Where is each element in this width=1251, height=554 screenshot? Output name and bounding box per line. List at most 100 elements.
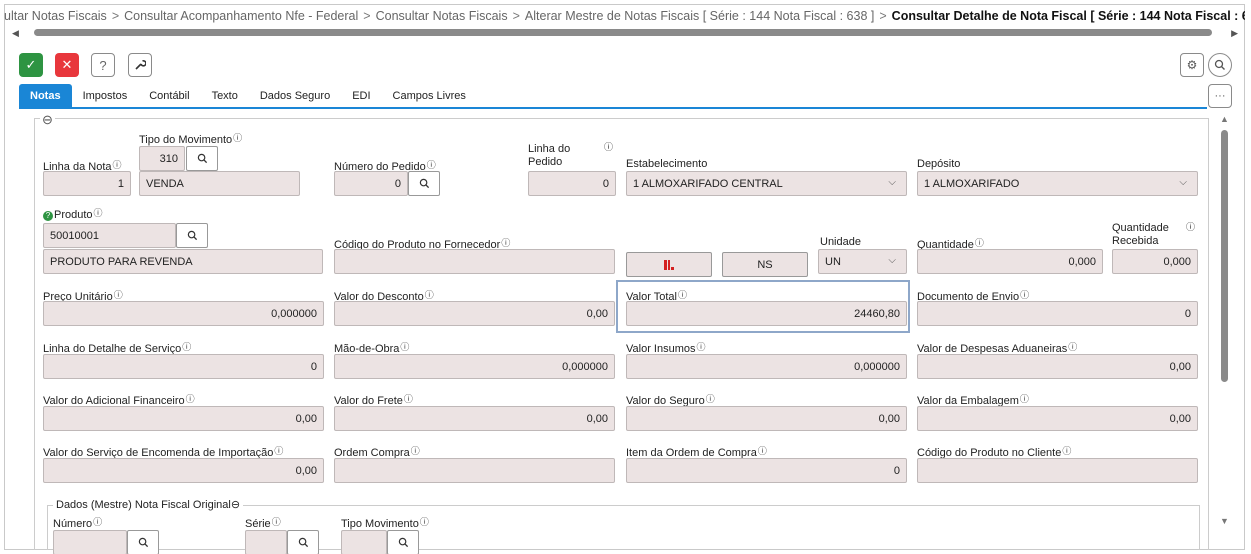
help-button[interactable]: ? <box>91 53 115 77</box>
numero-pedido-search-button[interactable] <box>408 171 440 196</box>
collapse-icon[interactable]: ⊖ <box>40 112 55 128</box>
tab-dados-seguro[interactable]: Dados Seguro <box>249 84 341 108</box>
despesas-aduaneiras-field[interactable]: 0,00 <box>917 354 1198 379</box>
tools-button[interactable] <box>128 53 152 77</box>
info-icon: ⓘ <box>1186 222 1196 232</box>
preco-unitario-field[interactable]: 0,000000 <box>43 301 324 326</box>
ordem-compra-label: Ordem Compraⓘ <box>334 446 420 459</box>
tab-campos-livres[interactable]: Campos Livres <box>382 84 477 108</box>
deposito-select[interactable]: 1 ALMOXARIFADO ⌵ <box>917 171 1198 196</box>
horizontal-scrollbar[interactable]: ◀ ▶ <box>10 28 1240 38</box>
vertical-scrollbar[interactable]: ▲ ▼ <box>1218 112 1232 532</box>
servico-encomenda-field[interactable]: 0,00 <box>43 458 324 483</box>
tab-notas[interactable]: Notas <box>19 84 72 108</box>
tipo-movimento-original-search-button[interactable] <box>387 530 419 554</box>
collapse-icon[interactable]: ⊖ <box>231 499 240 511</box>
chevron-down-icon: ⌵ <box>888 177 896 188</box>
valor-embalagem-label: Valor da Embalagemⓘ <box>917 394 1029 407</box>
question-icon: ? <box>99 57 107 73</box>
quantidade-recebida-field[interactable]: 0,000 <box>1112 249 1198 274</box>
produto-search-button[interactable] <box>176 223 208 248</box>
search-icon <box>419 178 429 189</box>
more-options-button[interactable]: ··· <box>1208 84 1232 108</box>
unidade-label: Unidade <box>820 236 861 248</box>
unidade-select[interactable]: UN ⌵ <box>818 249 907 274</box>
valor-seguro-field[interactable]: 0,00 <box>626 406 907 431</box>
ordem-compra-field[interactable] <box>334 458 615 483</box>
tab-texto[interactable]: Texto <box>201 84 249 108</box>
tipo-movimento-code-field[interactable]: 310 <box>139 146 185 171</box>
deposito-label: Depósito <box>917 158 961 170</box>
settings-button[interactable]: ⚙ <box>1180 53 1204 77</box>
tipo-movimento-original-field[interactable] <box>341 530 387 554</box>
linha-detalhe-servico-label: Linha do Detalhe de Serviçoⓘ <box>43 342 192 355</box>
item-ordem-compra-field[interactable]: 0 <box>626 458 907 483</box>
valor-desconto-field[interactable]: 0,00 <box>334 301 615 326</box>
numero-search-button[interactable] <box>127 530 159 554</box>
search-button[interactable] <box>1208 53 1232 77</box>
valor-frete-field[interactable]: 0,00 <box>334 406 615 431</box>
info-icon: ⓘ <box>419 517 429 527</box>
search-icon <box>298 537 308 548</box>
codigo-fornecedor-field[interactable] <box>334 249 615 274</box>
breadcrumb-item[interactable]: Consultar Acompanhamento Nfe - Federal <box>124 9 358 23</box>
tipo-movimento-search-button[interactable] <box>186 146 218 171</box>
tipo-movimento-label: Tipo do Movimentoⓘ <box>139 133 243 146</box>
servico-encomenda-label: Valor do Serviço de Encomenda de Importa… <box>43 446 284 459</box>
scroll-thumb[interactable] <box>1221 130 1228 382</box>
breadcrumb: ultar Notas Fiscais > Consultar Acompanham… <box>4 9 1245 25</box>
scroll-down-icon[interactable]: ▼ <box>1220 516 1229 526</box>
numero-field[interactable] <box>53 530 127 554</box>
info-icon: ⓘ <box>182 342 192 352</box>
report-button[interactable] <box>626 252 712 277</box>
serie-search-button[interactable] <box>287 530 319 554</box>
confirm-button[interactable]: ✓ <box>19 53 43 77</box>
scroll-up-icon[interactable]: ▲ <box>1220 114 1229 124</box>
info-icon: ⓘ <box>677 290 687 300</box>
close-icon: ✕ <box>61 57 73 72</box>
estabelecimento-label: Estabelecimento <box>626 158 708 170</box>
info-icon: ⓘ <box>410 446 420 456</box>
info-icon: ⓘ <box>426 160 436 170</box>
codigo-cliente-label: Código do Produto no Clienteⓘ <box>917 446 1072 459</box>
info-icon: ⓘ <box>1019 394 1029 404</box>
cancel-button[interactable]: ✕ <box>55 53 79 77</box>
valor-embalagem-field[interactable]: 0,00 <box>917 406 1198 431</box>
adicional-financeiro-field[interactable]: 0,00 <box>43 406 324 431</box>
documento-envio-field[interactable]: 0 <box>917 301 1198 326</box>
info-icon: ⓘ <box>400 342 410 352</box>
tipo-movimento-original-label: Tipo Movimentoⓘ <box>341 517 429 530</box>
ns-button[interactable]: NS <box>722 252 808 277</box>
report-icon <box>664 259 674 270</box>
linha-pedido-field[interactable]: 0 <box>528 171 616 196</box>
chevron-down-icon: ⌵ <box>1179 177 1187 188</box>
info-icon: ⓘ <box>93 208 103 218</box>
info-icon: ⓘ <box>705 394 715 404</box>
info-icon: ⓘ <box>274 446 284 456</box>
gear-icon: ⚙ <box>1186 58 1198 72</box>
breadcrumb-item[interactable]: ultar Notas Fiscais <box>4 9 107 23</box>
produto-desc-field[interactable]: PRODUTO PARA REVENDA <box>43 249 323 274</box>
tab-edi[interactable]: EDI <box>341 84 381 108</box>
valor-total-field[interactable]: 24460,80 <box>626 301 907 326</box>
breadcrumb-item[interactable]: Alterar Mestre de Notas Fiscais [ Série … <box>525 9 874 23</box>
linha-nota-field[interactable]: 1 <box>43 171 131 196</box>
tab-impostos[interactable]: Impostos <box>72 84 139 108</box>
info-icon: ⓘ <box>185 394 195 404</box>
numero-pedido-field[interactable]: 0 <box>334 171 408 196</box>
linha-detalhe-servico-field[interactable]: 0 <box>43 354 324 379</box>
scroll-right-icon[interactable]: ▶ <box>1231 28 1238 39</box>
tab-contabil[interactable]: Contábil <box>138 84 200 108</box>
info-icon: ⓘ <box>757 446 767 456</box>
mao-de-obra-field[interactable]: 0,000000 <box>334 354 615 379</box>
tipo-movimento-desc-field[interactable]: VENDA <box>139 171 300 196</box>
serie-field[interactable] <box>245 530 287 554</box>
codigo-cliente-field[interactable] <box>917 458 1198 483</box>
scroll-left-icon[interactable]: ◀ <box>12 28 19 39</box>
produto-code-field[interactable]: 50010001 <box>43 223 176 248</box>
breadcrumb-item[interactable]: Consultar Notas Fiscais <box>376 9 508 23</box>
quantidade-field[interactable]: 0,000 <box>917 249 1103 274</box>
valor-insumos-field[interactable]: 0,000000 <box>626 354 907 379</box>
scroll-thumb[interactable] <box>34 29 1212 36</box>
estabelecimento-select[interactable]: 1 ALMOXARIFADO CENTRAL ⌵ <box>626 171 907 196</box>
